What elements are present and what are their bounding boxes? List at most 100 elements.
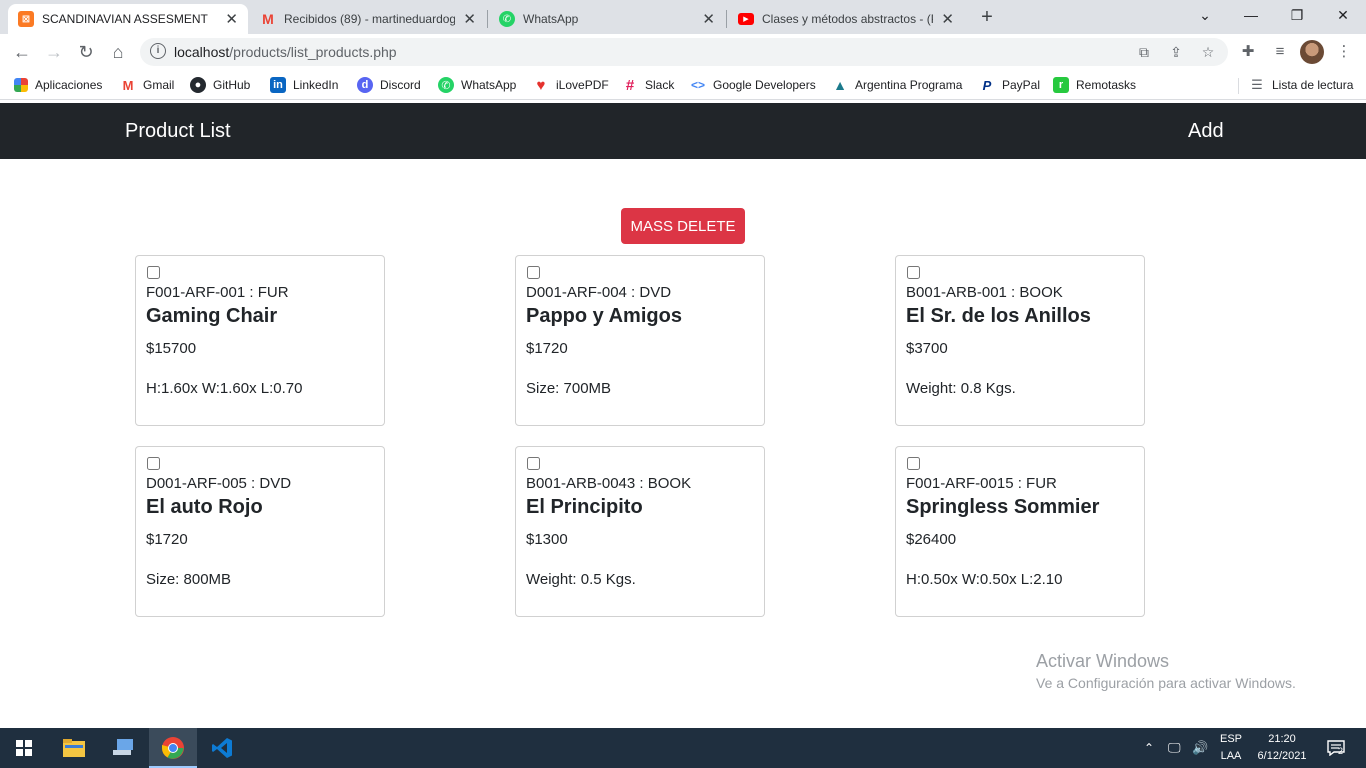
bookmark-argentina-programa[interactable]: ▲ Argentina Programa <box>832 76 962 94</box>
tab-title: WhatsApp <box>523 12 579 26</box>
watermark-subtitle: Ve a Configuración para activar Windows. <box>1036 675 1296 691</box>
windows-start-icon[interactable] <box>0 728 48 768</box>
bookmark-label: GitHub <box>213 78 251 92</box>
product-sku: D001-ARF-005 : DVD <box>146 475 292 492</box>
bookmark-label: Aplicaciones <box>35 78 103 92</box>
argentina-programa-icon: ▲ <box>833 77 847 93</box>
add-product-link[interactable]: Add <box>1188 120 1224 143</box>
product-price: $1300 <box>526 531 568 548</box>
bookmark-google-developers[interactable]: <> Google Developers <box>690 76 816 94</box>
delete-checkbox[interactable] <box>907 266 920 279</box>
tab-scandinavian-assesment[interactable]: ⊠ SCANDINAVIAN ASSESMENT ✕ <box>8 4 248 34</box>
extensions-icon[interactable]: ✚ <box>1238 42 1258 62</box>
bookmark-ilovepdf[interactable]: ♥ iLovePDF <box>533 76 609 94</box>
tab-whatsapp[interactable]: ✆ WhatsApp ✕ <box>489 4 725 34</box>
delete-checkbox[interactable] <box>907 457 920 470</box>
tab-divider <box>487 10 488 28</box>
product-price: $26400 <box>906 531 957 548</box>
bookmark-discord[interactable]: d Discord <box>357 76 421 94</box>
product-price: $3700 <box>906 340 948 357</box>
reload-icon[interactable]: ↻ <box>74 40 98 64</box>
vscode-icon[interactable] <box>198 728 246 768</box>
file-explorer-icon[interactable] <box>50 728 98 768</box>
bookmark-linkedin[interactable]: in LinkedIn <box>270 76 338 94</box>
bookmark-gmail[interactable]: M Gmail <box>120 76 175 94</box>
bookmark-slack[interactable]: # Slack <box>622 76 675 94</box>
menu-kebab-icon[interactable]: ⋮ <box>1334 42 1354 62</box>
product-card: D001-ARF-005 : DVD El auto Rojo $1720 Si… <box>135 446 385 617</box>
bookmark-github[interactable]: ● GitHub <box>190 76 250 94</box>
product-name: El Sr. de los Anillos <box>906 305 1091 327</box>
reading-list-label: Lista de lectura <box>1272 78 1354 92</box>
product-attribute: Weight: 0.5 Kgs. <box>526 571 636 588</box>
desktop-app-icon[interactable] <box>100 728 148 768</box>
bookmark-label: PayPal <box>1002 78 1041 92</box>
apps-grid-icon <box>14 78 28 92</box>
bookmark-aplicaciones[interactable]: Aplicaciones <box>14 76 102 94</box>
close-window-button[interactable]: ✕ <box>1320 0 1366 30</box>
product-sku: B001-ARB-0043 : BOOK <box>526 475 692 492</box>
reading-list-button[interactable]: ☰ Lista de lectura <box>1249 76 1353 94</box>
delete-checkbox[interactable] <box>527 457 540 470</box>
product-sku: F001-ARF-001 : FUR <box>146 284 289 301</box>
product-sku: F001-ARF-0015 : FUR <box>906 475 1057 492</box>
product-name: Pappo y Amigos <box>526 305 682 327</box>
bookmark-label: iLovePDF <box>556 78 609 92</box>
translate-icon[interactable]: ⧉ <box>1136 44 1152 60</box>
windows-activation-watermark: Activar Windows Ve a Configuración para … <box>1036 651 1296 691</box>
back-icon[interactable]: ← <box>10 40 34 64</box>
xampp-icon: ⊠ <box>18 11 34 27</box>
input-language-indicator[interactable]: ESP LAA <box>1216 731 1246 765</box>
clock[interactable]: 21:20 6/12/2021 <box>1250 731 1314 765</box>
volume-icon[interactable]: 🔊 <box>1192 728 1208 768</box>
bookmark-label: Remotasks <box>1076 78 1137 92</box>
product-card: B001-ARB-001 : BOOK El Sr. de los Anillo… <box>895 255 1145 426</box>
bookmark-paypal[interactable]: P PayPal <box>979 76 1040 94</box>
close-tab-icon[interactable]: ✕ <box>463 10 476 28</box>
product-attribute: H:0.50x W:0.50x L:2.10 <box>906 571 1063 588</box>
forward-icon[interactable]: → <box>42 40 66 64</box>
bookmark-star-icon[interactable]: ☆ <box>1200 44 1216 60</box>
ilovepdf-icon: ♥ <box>536 76 546 94</box>
close-tab-icon[interactable]: ✕ <box>941 10 954 28</box>
bookmark-remotasks[interactable]: r Remotasks <box>1053 76 1136 94</box>
delete-checkbox[interactable] <box>527 266 540 279</box>
bookmark-label: WhatsApp <box>461 78 517 92</box>
share-icon[interactable]: ⇪ <box>1168 44 1184 60</box>
product-attribute: Size: 700MB <box>526 380 612 397</box>
remotasks-icon: r <box>1053 77 1069 93</box>
mass-delete-button[interactable]: MASS DELETE <box>621 208 745 244</box>
product-name: Gaming Chair <box>146 305 278 327</box>
clock-time: 21:20 <box>1268 733 1296 745</box>
new-tab-button[interactable]: + <box>976 6 998 28</box>
minimize-button[interactable]: — <box>1228 0 1274 30</box>
bookmarks-bar: Aplicaciones M Gmail ● GitHub in LinkedI… <box>0 70 1366 100</box>
tab-search-icon[interactable]: ⌄ <box>1182 0 1228 30</box>
media-control-icon[interactable]: ≡ <box>1270 42 1290 62</box>
reading-list-icon: ☰ <box>1251 77 1263 92</box>
show-hidden-icons[interactable]: ⌃ <box>1144 728 1154 768</box>
bookmark-whatsapp[interactable]: ✆ WhatsApp <box>438 76 516 94</box>
close-tab-icon[interactable]: ✕ <box>225 10 238 28</box>
tab-title: Recibidos (89) - martineduardog <box>284 12 456 26</box>
address-bar[interactable]: i localhost/products/list_products.php ⧉… <box>140 38 1228 66</box>
product-attribute: Size: 800MB <box>146 571 232 588</box>
delete-checkbox[interactable] <box>147 266 160 279</box>
watermark-title: Activar Windows <box>1036 651 1170 671</box>
product-name: Springless Sommier <box>906 496 1100 518</box>
site-info-icon[interactable]: i <box>150 43 166 59</box>
maximize-button[interactable]: ❐ <box>1274 0 1320 30</box>
network-icon[interactable]: 🖵 <box>1168 728 1181 768</box>
home-icon[interactable]: ⌂ <box>106 40 130 64</box>
delete-checkbox[interactable] <box>147 457 160 470</box>
keyboard-layout-code: LAA <box>1220 750 1242 762</box>
tab-youtube[interactable]: ▶ Clases y métodos abstractos - (P ✕ <box>728 4 964 34</box>
profile-avatar[interactable] <box>1300 40 1324 64</box>
language-code: ESP <box>1219 733 1242 745</box>
navbar-brand[interactable]: Product List <box>125 120 231 143</box>
close-tab-icon[interactable]: ✕ <box>702 10 715 28</box>
chrome-taskbar-icon[interactable] <box>149 728 197 768</box>
tab-gmail[interactable]: M Recibidos (89) - martineduardog ✕ <box>250 4 486 34</box>
notification-center-icon[interactable]: 2 <box>1322 728 1350 768</box>
product-name: El Principito <box>526 496 643 518</box>
